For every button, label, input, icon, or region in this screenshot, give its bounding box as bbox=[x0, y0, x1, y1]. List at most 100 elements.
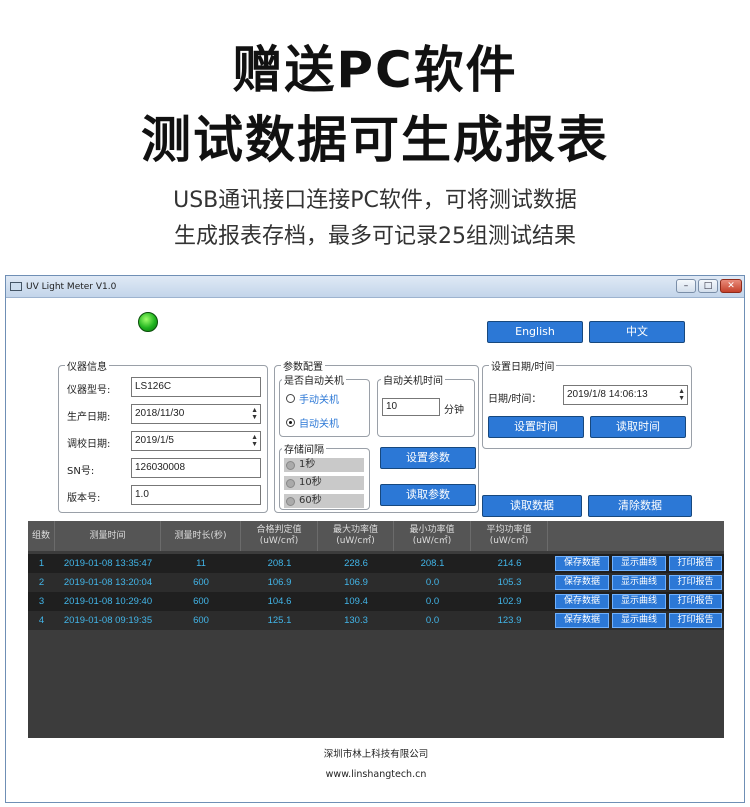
read-data-button[interactable]: 读取数据 bbox=[482, 495, 582, 517]
row-curve-button[interactable]: 显示曲线 bbox=[612, 594, 666, 609]
col-header: 平均功率值 (uW/c㎡) bbox=[471, 521, 548, 551]
col-header: 测量时间 bbox=[55, 521, 161, 551]
datetime-group: 设置日期/时间 日期/时间： 2019/1/8 14:06:13 ▲ ▼ 设置时间 … bbox=[482, 358, 692, 449]
spin-arrows-icon[interactable]: ▲ ▼ bbox=[251, 434, 258, 448]
interval-1s-radio[interactable]: 1秒 bbox=[284, 458, 364, 472]
data-table: 组数 测量时间 测量时长(秒) 合格判定值 (uW/c㎡) 最大功率值 (uW/… bbox=[28, 521, 724, 738]
minutes-label: 分钟 bbox=[444, 405, 464, 416]
row-save-button[interactable]: 保存数据 bbox=[555, 556, 609, 571]
table-cell-n: 4 bbox=[38, 615, 45, 626]
minimize-button[interactable]: – bbox=[676, 279, 696, 293]
col-header: 测量时长(秒) bbox=[161, 521, 241, 551]
table-cell-dur: 600 bbox=[193, 577, 209, 588]
autooff-time-group: 自动关机时间 10 分钟 bbox=[377, 372, 475, 437]
set-params-button[interactable]: 设置参数 bbox=[380, 447, 476, 469]
table-cell-max: 109.4 bbox=[344, 596, 368, 607]
version-label: 版本号: bbox=[67, 493, 101, 504]
row-save-button[interactable]: 保存数据 bbox=[555, 594, 609, 609]
row-curve-button[interactable]: 显示曲线 bbox=[612, 575, 666, 590]
sn-field[interactable]: 126030008 bbox=[131, 458, 261, 478]
company-name: 深圳市林上科技有限公司 bbox=[323, 749, 429, 760]
autooff-legend: 是否自动关机 bbox=[282, 372, 346, 387]
maximize-button[interactable]: □ bbox=[698, 279, 718, 293]
datetime-field[interactable]: 2019/1/8 14:06:13 ▲ ▼ bbox=[563, 385, 688, 405]
autooff-group: 是否自动关机 手动关机 自动关机 bbox=[279, 372, 370, 437]
cal-date-field[interactable]: 2019/1/5 ▲ ▼ bbox=[131, 431, 261, 451]
datetime-label: 日期/时间： bbox=[488, 394, 542, 405]
subtitle-line1: USB通讯接口连接PC软件，可将测试数据 bbox=[173, 188, 577, 213]
cal-date-label: 调校日期: bbox=[67, 439, 111, 450]
spin-arrows-icon[interactable]: ▲ ▼ bbox=[678, 388, 685, 402]
row-save-button[interactable]: 保存数据 bbox=[555, 613, 609, 628]
table-cell-n: 3 bbox=[38, 596, 45, 607]
company-url[interactable]: www.linshangtech.cn bbox=[6, 769, 746, 780]
table-cell-max: 106.9 bbox=[344, 577, 368, 588]
window-title: UV Light Meter V1.0 bbox=[26, 281, 117, 292]
table-cell-pass: 104.6 bbox=[267, 596, 292, 607]
chinese-button[interactable]: 中文 bbox=[589, 321, 685, 343]
table-cell-time: 2019-01-08 10:29:40 bbox=[63, 596, 153, 607]
radio-off-icon bbox=[286, 460, 295, 470]
row-print-button[interactable]: 打印报告 bbox=[669, 613, 722, 628]
interval-10s-radio[interactable]: 10秒 bbox=[284, 476, 364, 490]
params-group: 参数配置 是否自动关机 手动关机 自动关机 自动关机时间 10 分钟 存储间隔 … bbox=[274, 358, 479, 513]
interval-60s-radio[interactable]: 60秒 bbox=[284, 494, 364, 508]
prod-date-field[interactable]: 2018/11/30 ▲ ▼ bbox=[131, 404, 261, 424]
table-cell-pass: 208.1 bbox=[267, 558, 292, 569]
model-field[interactable]: LS126C bbox=[131, 377, 261, 397]
autooff-time-legend: 自动关机时间 bbox=[381, 372, 445, 387]
read-time-button[interactable]: 读取时间 bbox=[590, 416, 686, 438]
app-window: UV Light Meter V1.0 – □ ✕ English 中文 仪器信… bbox=[5, 275, 745, 803]
version-field[interactable]: 1.0 bbox=[131, 485, 261, 505]
spin-arrows-icon[interactable]: ▲ ▼ bbox=[251, 407, 258, 421]
auto-off-radio[interactable]: 自动关机 bbox=[286, 415, 339, 430]
table-cell-min: 0.0 bbox=[425, 615, 440, 626]
col-header: 组数 bbox=[28, 521, 55, 551]
row-save-button[interactable]: 保存数据 bbox=[555, 575, 609, 590]
table-cell-max: 130.3 bbox=[344, 615, 368, 626]
radio-off-icon bbox=[286, 496, 295, 506]
row-curve-button[interactable]: 显示曲线 bbox=[612, 613, 666, 628]
table-header: 组数 测量时间 测量时长(秒) 合格判定值 (uW/c㎡) 最大功率值 (uW/… bbox=[28, 521, 724, 551]
table-cell-min: 0.0 bbox=[425, 577, 440, 588]
read-params-button[interactable]: 读取参数 bbox=[380, 484, 476, 506]
interval-legend: 存储间隔 bbox=[282, 441, 326, 456]
close-button[interactable]: ✕ bbox=[720, 279, 742, 293]
table-cell-pass: 125.1 bbox=[267, 615, 292, 626]
product-page: 赠送PC软件 测试数据可生成报表 USB通讯接口连接PC软件，可将测试数据 生成… bbox=[0, 0, 750, 807]
table-cell-pass: 106.9 bbox=[267, 577, 292, 588]
table-row[interactable]: 1 2019-01-08 13:35:47 11 208.1 228.6 208.1 214… bbox=[28, 554, 724, 573]
clear-data-button[interactable]: 清除数据 bbox=[588, 495, 692, 517]
row-curve-button[interactable]: 显示曲线 bbox=[612, 556, 666, 571]
col-header: 合格判定值 (uW/c㎡) bbox=[241, 521, 318, 551]
interval-1s-label: 1秒 bbox=[299, 459, 316, 470]
col-header: 最小功率值 (uW/c㎡) bbox=[394, 521, 471, 551]
cal-date-value: 2019/1/5 bbox=[135, 435, 174, 446]
set-time-button[interactable]: 设置时间 bbox=[488, 416, 584, 438]
table-cell-max: 228.6 bbox=[344, 558, 368, 569]
interval-10s-label: 10秒 bbox=[299, 477, 322, 488]
headline-line2: 测试数据可生成报表 bbox=[141, 111, 609, 169]
connection-status-led-icon bbox=[138, 312, 158, 332]
table-row[interactable]: 3 2019-01-08 10:29:40 600 104.6 109.4 0.0 102.… bbox=[28, 592, 724, 611]
manual-off-radio[interactable]: 手动关机 bbox=[286, 391, 339, 406]
row-print-button[interactable]: 打印报告 bbox=[669, 575, 722, 590]
table-row[interactable]: 4 2019-01-08 09:19:35 600 125.1 130.3 0.0 123.… bbox=[28, 611, 724, 630]
table-cell-min: 0.0 bbox=[425, 596, 440, 607]
english-button[interactable]: English bbox=[487, 321, 583, 343]
table-cell-n: 1 bbox=[38, 558, 45, 569]
headline-line1: 赠送PC软件 bbox=[232, 41, 518, 99]
table-cell-min: 208.1 bbox=[420, 558, 445, 569]
table-cell-dur: 11 bbox=[196, 558, 206, 569]
table-cell-avg: 214.6 bbox=[497, 558, 522, 569]
radio-on-icon bbox=[286, 418, 295, 427]
autooff-time-input[interactable]: 10 bbox=[382, 398, 440, 416]
subtitle-line2: 生成报表存档，最多可记录25组测试结果 bbox=[174, 224, 576, 249]
device-info-group: 仪器信息 仪器型号: LS126C 生产日期: 2018/11/30 ▲ ▼ 调校日… bbox=[58, 358, 268, 513]
col-header: 最大功率值 (uW/c㎡) bbox=[318, 521, 394, 551]
app-icon bbox=[10, 282, 22, 291]
row-print-button[interactable]: 打印报告 bbox=[669, 594, 722, 609]
datetime-legend: 设置日期/时间 bbox=[489, 358, 557, 373]
row-print-button[interactable]: 打印报告 bbox=[669, 556, 722, 571]
table-row[interactable]: 2 2019-01-08 13:20:04 600 106.9 106.9 0.0 105.… bbox=[28, 573, 724, 592]
